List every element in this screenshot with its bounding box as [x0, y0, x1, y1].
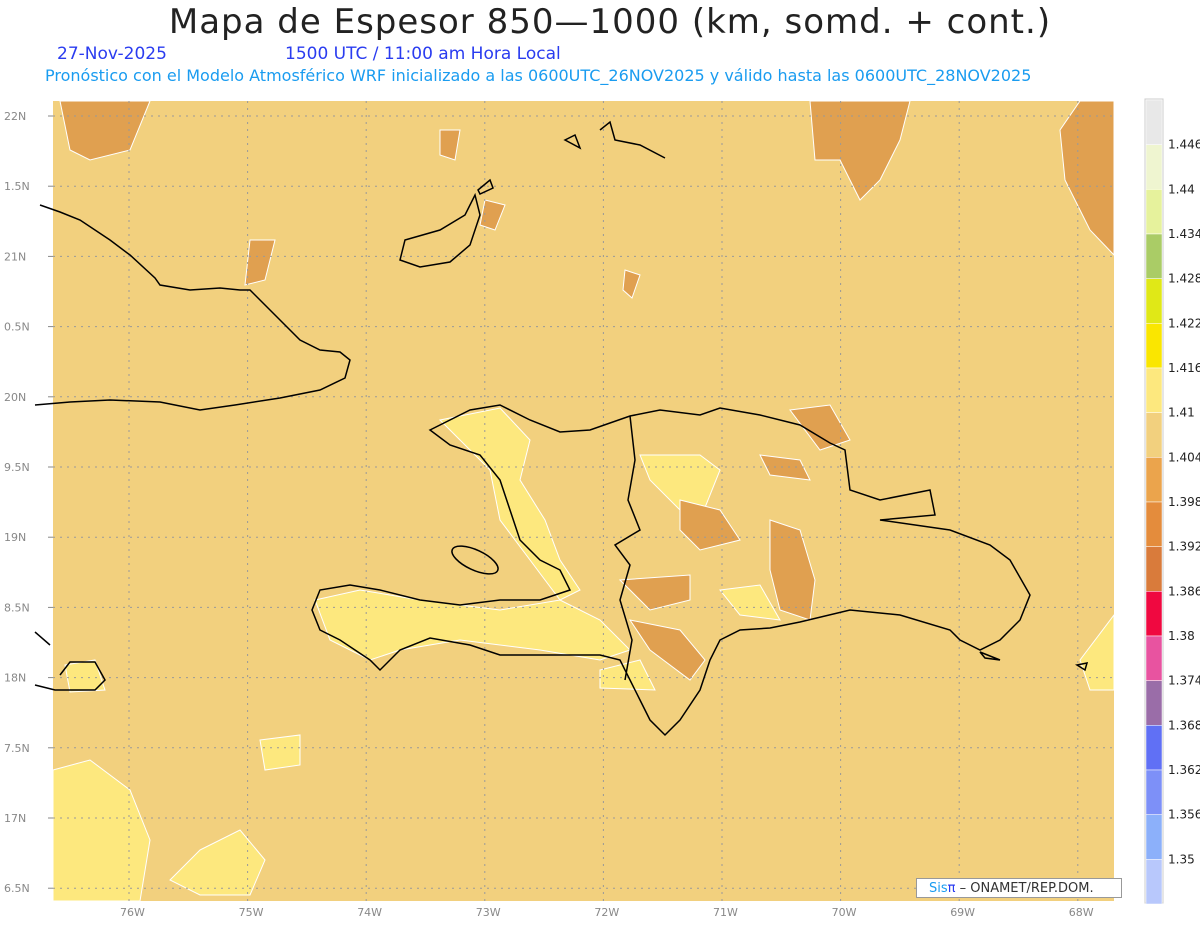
map-background — [53, 101, 1114, 901]
colorbar-label: 1.416 — [1168, 361, 1200, 375]
colorbar-swatch — [1145, 635, 1163, 681]
lon-label: 72W — [594, 906, 619, 919]
lat-label: 22N — [4, 110, 26, 123]
colorbar-swatch — [1145, 233, 1163, 279]
lon-label: 71W — [713, 906, 738, 919]
colorbar-label: 1.362 — [1168, 763, 1200, 777]
colorbar-label: 1.434 — [1168, 227, 1200, 241]
colorbar-swatch — [1145, 412, 1163, 458]
colorbar-swatch — [1145, 144, 1163, 190]
thickness-map: 22N 1.5N 21N 0.5N 20N 9.5N 19N 8.5N 18N 7.5N 17N 6.… — [4, 98, 1200, 919]
colorbar-label: 1.398 — [1168, 495, 1200, 509]
credit-text: – ONAMET/REP.DOM. — [955, 881, 1094, 896]
colorbar-label: 1.446 — [1168, 138, 1200, 152]
colorbar-swatch — [1145, 814, 1163, 860]
colorbar-swatch — [1145, 457, 1163, 503]
lat-label: 9.5N — [4, 461, 30, 474]
lat-label: 6.5N — [4, 882, 30, 895]
colorbar-label: 1.38 — [1168, 629, 1195, 643]
lat-label: 19N — [4, 531, 26, 544]
colorbar-swatch — [1145, 859, 1163, 905]
colorbar-label: 1.44 — [1168, 182, 1195, 196]
colorbar-label: 1.41 — [1168, 406, 1195, 420]
colorbar-swatch — [1145, 501, 1163, 547]
colorbar: 1.446 1.44 1.434 1.428 1.422 1.416 1.41 1.404 1.… — [1145, 99, 1200, 905]
colorbar-label: 1.392 — [1168, 540, 1200, 554]
lat-label: 20N — [4, 391, 26, 404]
credit-brand: Sis — [929, 881, 948, 896]
lon-label: 73W — [476, 906, 501, 919]
lon-label: 70W — [832, 906, 857, 919]
colorbar-label: 1.404 — [1168, 450, 1200, 464]
colorbar-label: 1.356 — [1168, 808, 1200, 822]
colorbar-swatch — [1145, 546, 1163, 592]
colorbar-swatch — [1145, 769, 1163, 815]
colorbar-label: 1.368 — [1168, 718, 1200, 732]
colorbar-label: 1.428 — [1168, 272, 1200, 286]
colorbar-label: 1.374 — [1168, 674, 1200, 688]
colorbar-swatch — [1145, 323, 1163, 369]
colorbar-label: 1.35 — [1168, 852, 1195, 866]
lat-label: 8.5N — [4, 601, 30, 614]
lon-label: 75W — [239, 906, 264, 919]
colorbar-label: 1.386 — [1168, 584, 1200, 598]
colorbar-swatch — [1145, 367, 1163, 413]
lat-label: 7.5N — [4, 742, 30, 755]
colorbar-swatch — [1145, 591, 1163, 637]
credit-box: Sisπ – ONAMET/REP.DOM. — [916, 878, 1122, 898]
colorbar-swatch — [1145, 99, 1163, 145]
lon-label: 68W — [1069, 906, 1094, 919]
lat-label: 0.5N — [4, 321, 30, 334]
lat-label: 1.5N — [4, 180, 30, 193]
lon-label: 74W — [357, 906, 382, 919]
lat-label: 18N — [4, 672, 26, 685]
colorbar-label: 1.422 — [1168, 316, 1200, 330]
lon-label: 76W — [120, 906, 145, 919]
colorbar-swatch — [1145, 189, 1163, 235]
colorbar-swatch — [1145, 680, 1163, 726]
lat-label: 17N — [4, 812, 26, 825]
lat-label: 21N — [4, 250, 26, 263]
colorbar-swatch — [1145, 278, 1163, 324]
colorbar-swatch — [1145, 725, 1163, 771]
lon-label: 69W — [950, 906, 975, 919]
